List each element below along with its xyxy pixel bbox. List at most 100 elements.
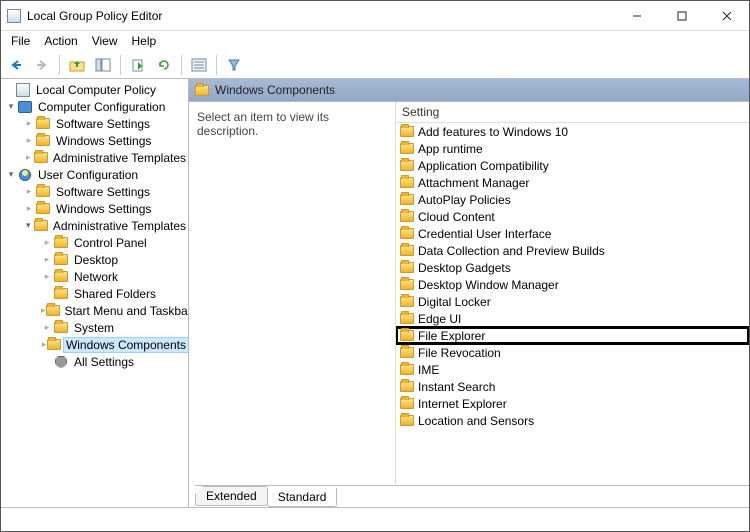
folder-icon xyxy=(400,160,414,171)
folder-icon xyxy=(400,126,414,137)
list-item[interactable]: Desktop Gadgets xyxy=(396,259,749,276)
filter-button[interactable] xyxy=(223,54,245,76)
tree-user-admin[interactable]: Administrative Templates xyxy=(51,219,188,233)
properties-icon xyxy=(191,58,207,72)
list-item[interactable]: Digital Locker xyxy=(396,293,749,310)
list-item[interactable]: Add features to Windows 10 xyxy=(396,123,749,140)
export-icon xyxy=(131,58,145,72)
list-item[interactable]: Attachment Manager xyxy=(396,174,749,191)
tree-comp-admin[interactable]: Administrative Templates xyxy=(51,151,188,165)
list-item[interactable]: Desktop Window Manager xyxy=(396,276,749,293)
expand-icon[interactable]: ▸ xyxy=(23,135,35,147)
menu-view[interactable]: View xyxy=(92,34,118,48)
folder-icon xyxy=(36,186,50,197)
menu-action[interactable]: Action xyxy=(44,34,77,48)
list-item[interactable]: File Revocation xyxy=(396,344,749,361)
list-item[interactable]: Internet Explorer xyxy=(396,395,749,412)
toolbar xyxy=(1,51,749,79)
list-item[interactable]: Application Compatibility xyxy=(396,157,749,174)
menu-help[interactable]: Help xyxy=(132,34,157,48)
tree-root[interactable]: Local Computer Policy xyxy=(34,83,158,97)
list-item-label: App runtime xyxy=(418,142,483,156)
expand-icon[interactable]: ▸ xyxy=(23,186,35,198)
properties-button[interactable] xyxy=(188,54,210,76)
menubar: File Action View Help xyxy=(1,31,749,51)
expand-icon[interactable]: ▸ xyxy=(41,271,53,283)
tree-desktop[interactable]: Desktop xyxy=(72,253,120,267)
list-item-label: Desktop Gadgets xyxy=(418,261,511,275)
tab-extended[interactable]: Extended xyxy=(195,486,268,506)
tree-all-settings[interactable]: All Settings xyxy=(72,355,136,369)
list-item[interactable]: Data Collection and Preview Builds xyxy=(396,242,749,259)
expand-icon[interactable]: ▸ xyxy=(23,118,35,130)
list-item[interactable]: App runtime xyxy=(396,140,749,157)
maximize-button[interactable] xyxy=(659,1,704,30)
tree-user-config[interactable]: User Configuration xyxy=(36,168,140,182)
list-item[interactable]: Credential User Interface xyxy=(396,225,749,242)
list-item[interactable]: Edge UI xyxy=(396,310,749,327)
collapse-icon[interactable]: ▾ xyxy=(5,101,17,113)
tree-user-windows[interactable]: Windows Settings xyxy=(54,202,153,216)
list-item[interactable]: File Explorer xyxy=(396,327,749,344)
show-hide-tree-button[interactable] xyxy=(92,54,114,76)
list-item-label: File Revocation xyxy=(418,346,501,360)
tree-network[interactable]: Network xyxy=(72,270,120,284)
app-icon xyxy=(7,9,21,23)
collapse-icon[interactable]: ▾ xyxy=(23,220,34,232)
tree-comp-windows[interactable]: Windows Settings xyxy=(54,134,153,148)
tree-control-panel[interactable]: Control Panel xyxy=(72,236,149,250)
folder-icon xyxy=(400,228,414,239)
folder-icon xyxy=(400,177,414,188)
list-item[interactable]: AutoPlay Policies xyxy=(396,191,749,208)
folder-icon xyxy=(34,152,48,163)
refresh-button[interactable] xyxy=(153,54,175,76)
folder-icon xyxy=(36,118,50,129)
window-title: Local Group Policy Editor xyxy=(27,9,162,23)
folder-icon xyxy=(400,296,414,307)
tree-windows-components[interactable]: Windows Components xyxy=(64,338,188,352)
list-item-label: Internet Explorer xyxy=(418,397,507,411)
settings-list[interactable]: Setting Add features to Windows 10 App ru… xyxy=(396,102,749,485)
list-item-label: Desktop Window Manager xyxy=(418,278,559,292)
tree-start-menu[interactable]: Start Menu and Taskbar xyxy=(63,304,189,318)
minimize-button[interactable] xyxy=(614,1,659,30)
list-item[interactable]: Instant Search xyxy=(396,378,749,395)
folder-icon xyxy=(400,347,414,358)
collapse-icon[interactable]: ▾ xyxy=(5,169,17,181)
policy-icon xyxy=(16,83,30,97)
console-tree[interactable]: Local Computer Policy ▾ Computer Configur… xyxy=(1,79,189,507)
folder-icon xyxy=(400,330,414,341)
tree-computer-config[interactable]: Computer Configuration xyxy=(36,100,167,114)
forward-button[interactable] xyxy=(31,54,53,76)
expand-icon[interactable]: ▸ xyxy=(23,152,34,164)
list-item-label: Cloud Content xyxy=(418,210,495,224)
folder-icon xyxy=(400,313,414,324)
tree-system[interactable]: System xyxy=(72,321,116,335)
expand-icon[interactable]: ▸ xyxy=(41,254,53,266)
tree-comp-software[interactable]: Software Settings xyxy=(54,117,152,131)
user-icon xyxy=(19,169,31,181)
expand-icon[interactable]: ▸ xyxy=(41,322,53,334)
list-item-label: File Explorer xyxy=(418,329,485,343)
folder-icon xyxy=(400,279,414,290)
export-button[interactable] xyxy=(127,54,149,76)
expand-icon[interactable]: ▸ xyxy=(23,203,35,215)
list-item[interactable]: IME xyxy=(396,361,749,378)
list-item[interactable]: Location and Sensors xyxy=(396,412,749,429)
list-item[interactable]: Cloud Content xyxy=(396,208,749,225)
tree-shared-folders[interactable]: Shared Folders xyxy=(72,287,158,301)
maximize-icon xyxy=(677,11,687,21)
up-folder-button[interactable] xyxy=(66,54,88,76)
folder-icon xyxy=(400,194,414,205)
folder-icon xyxy=(36,135,50,146)
folder-icon xyxy=(400,211,414,222)
tab-standard[interactable]: Standard xyxy=(267,488,338,507)
folder-icon xyxy=(54,254,68,265)
back-button[interactable] xyxy=(5,54,27,76)
tree-user-software[interactable]: Software Settings xyxy=(54,185,152,199)
close-button[interactable] xyxy=(704,1,749,30)
column-header-setting[interactable]: Setting xyxy=(396,102,749,123)
expand-icon[interactable]: ▸ xyxy=(41,237,53,249)
description-pane: Select an item to view its description. xyxy=(189,102,395,485)
menu-file[interactable]: File xyxy=(11,34,30,48)
